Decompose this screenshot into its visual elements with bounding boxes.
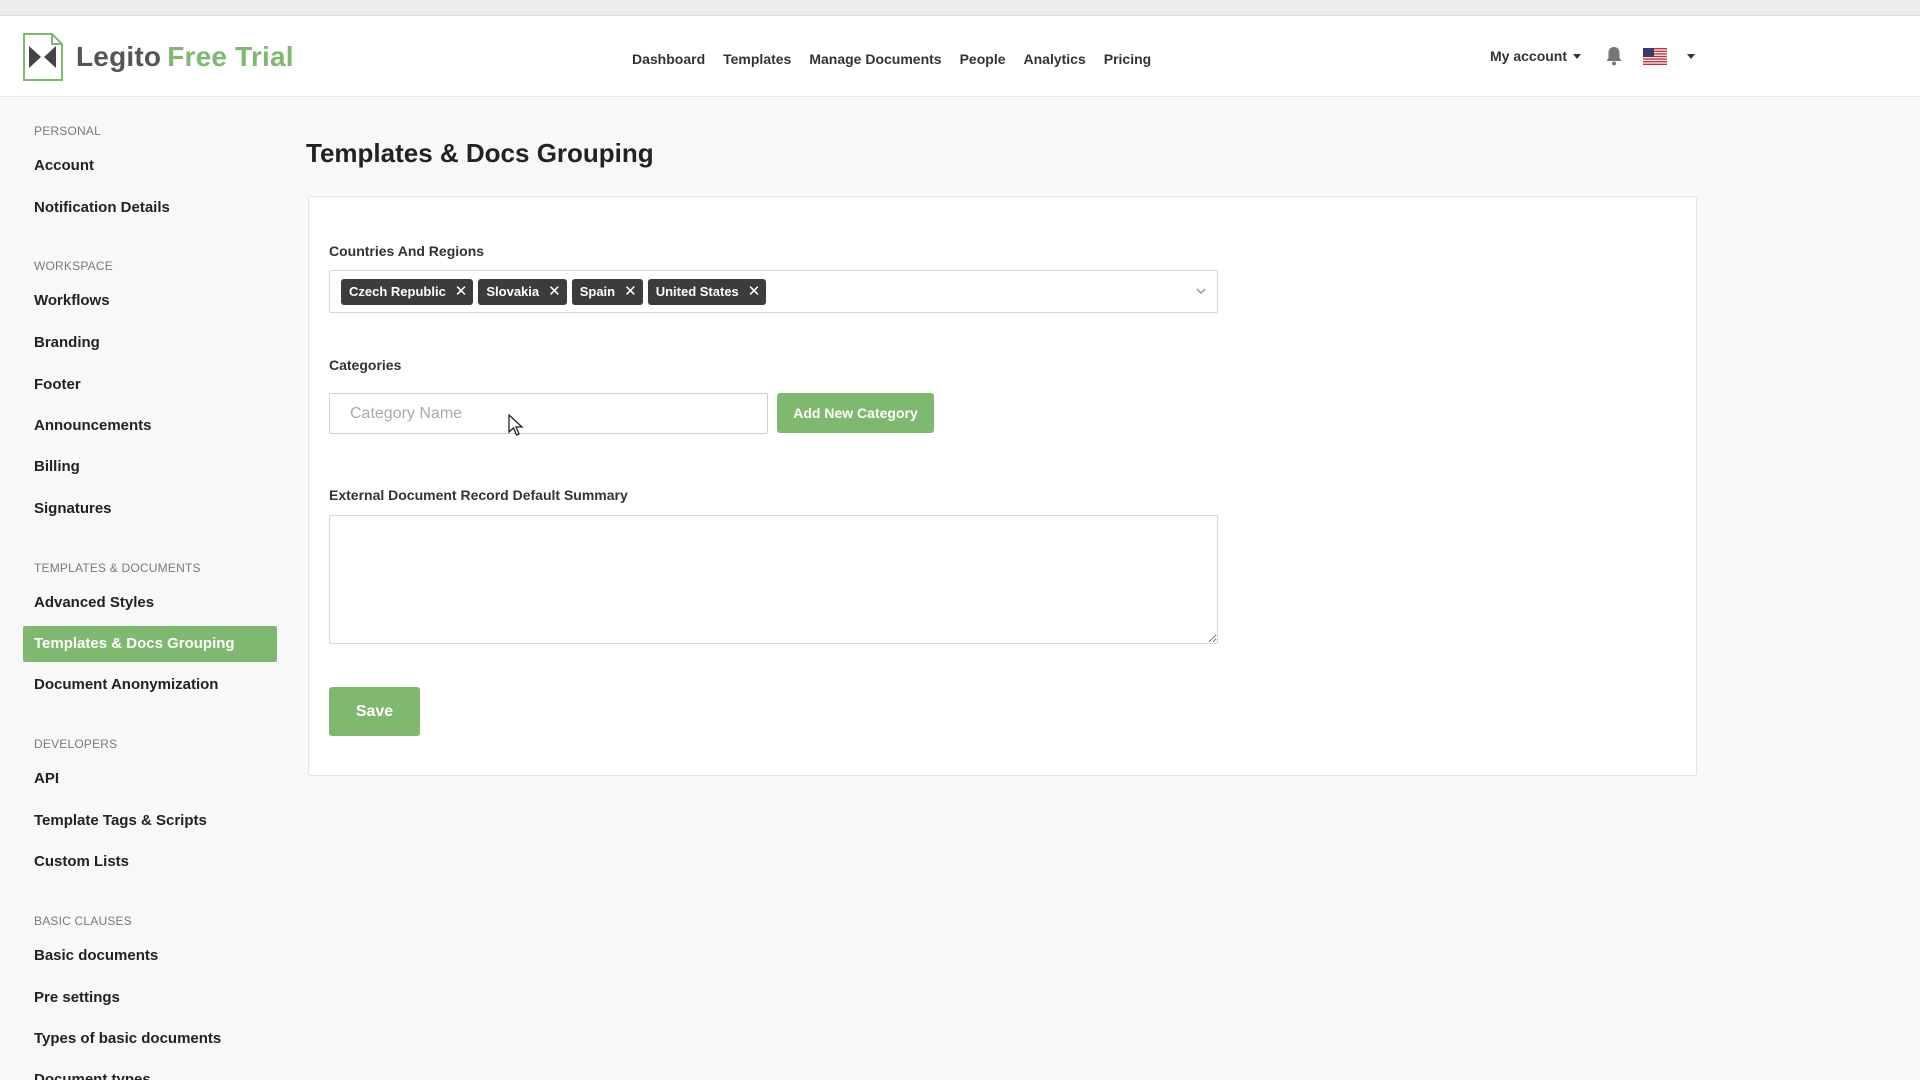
nav-analytics[interactable]: Analytics <box>1024 51 1086 67</box>
us-flag-icon[interactable] <box>1643 47 1668 65</box>
sidebar-item-branding[interactable]: Branding <box>23 325 277 361</box>
tag-spain: Spain ✕ <box>571 279 643 305</box>
sidebar-item-basic-documents[interactable]: Basic documents <box>23 938 277 974</box>
add-new-category-button[interactable]: Add New Category <box>777 393 934 433</box>
section-basic-clauses: BASIC CLAUSES <box>34 914 132 928</box>
sidebar-item-types-of-basic-documents[interactable]: Types of basic documents <box>23 1021 277 1057</box>
sidebar-item-footer[interactable]: Footer <box>23 367 277 403</box>
sidebar-item-account[interactable]: Account <box>23 148 277 184</box>
countries-multiselect[interactable]: Czech Republic ✕ Slovakia ✕ Spain ✕ United … <box>329 270 1218 313</box>
sidebar-item-document-types[interactable]: Document types <box>23 1062 277 1080</box>
mouse-cursor-icon <box>508 414 524 436</box>
language-caret-icon[interactable] <box>1687 53 1696 59</box>
settings-sidebar: PERSONAL Account Notification Details WO… <box>0 97 290 1080</box>
settings-card: Countries And Regions Czech Republic ✕ Sl… <box>308 196 1697 776</box>
nav-dashboard[interactable]: Dashboard <box>632 51 705 67</box>
sidebar-item-api[interactable]: API <box>23 761 277 797</box>
bell-icon[interactable] <box>1605 46 1623 66</box>
section-personal: PERSONAL <box>34 124 101 138</box>
tag-czech-republic: Czech Republic ✕ <box>341 279 474 305</box>
sidebar-item-announcements[interactable]: Announcements <box>23 408 277 444</box>
nav-people[interactable]: People <box>960 51 1006 67</box>
section-developers: DEVELOPERS <box>34 737 118 751</box>
sidebar-item-notification-details[interactable]: Notification Details <box>23 190 277 226</box>
categories-label: Categories <box>329 357 402 373</box>
tag-united-states: United States ✕ <box>647 279 767 305</box>
account-area: My account <box>1490 46 1696 66</box>
sidebar-item-custom-lists[interactable]: Custom Lists <box>23 844 277 880</box>
legito-logo-icon <box>23 33 63 81</box>
sidebar-item-template-tags-scripts[interactable]: Template Tags & Scripts <box>23 803 277 839</box>
countries-label: Countries And Regions <box>329 243 485 259</box>
logo[interactable]: Legito Free Trial <box>22 32 294 82</box>
summary-label: External Document Record Default Summary <box>329 487 628 503</box>
browser-top-strip <box>0 0 1920 16</box>
tag-slovakia: Slovakia ✕ <box>478 279 567 305</box>
page-title: Templates & Docs Grouping <box>306 138 654 168</box>
nav-manage-documents[interactable]: Manage Documents <box>809 51 941 67</box>
remove-tag-icon[interactable]: ✕ <box>455 279 468 305</box>
sidebar-item-signatures[interactable]: Signatures <box>23 491 277 527</box>
my-account-dropdown[interactable]: My account <box>1490 48 1582 64</box>
logo-text: Legito Free Trial <box>76 41 294 72</box>
chevron-down-icon[interactable] <box>1195 285 1207 297</box>
nav-templates[interactable]: Templates <box>723 51 791 67</box>
save-button[interactable]: Save <box>329 687 420 736</box>
sidebar-item-advanced-styles[interactable]: Advanced Styles <box>23 585 277 621</box>
remove-tag-icon[interactable]: ✕ <box>548 279 561 305</box>
main-nav: Dashboard Templates Manage Documents Peo… <box>632 51 1151 67</box>
selected-tags: Czech Republic ✕ Slovakia ✕ Spain ✕ United … <box>341 279 767 305</box>
my-account-label: My account <box>1490 48 1568 64</box>
remove-tag-icon[interactable]: ✕ <box>748 279 761 305</box>
sidebar-item-document-anonymization[interactable]: Document Anonymization <box>23 667 277 703</box>
section-templates-documents: TEMPLATES & DOCUMENTS <box>34 561 201 575</box>
category-name-input[interactable] <box>329 393 768 434</box>
top-header: Legito Free Trial Dashboard Templates Man… <box>0 16 1920 97</box>
sidebar-item-pre-settings[interactable]: Pre settings <box>23 980 277 1016</box>
section-workspace: WORKSPACE <box>34 259 113 273</box>
sidebar-item-billing[interactable]: Billing <box>23 449 277 485</box>
default-summary-textarea[interactable] <box>329 515 1218 644</box>
remove-tag-icon[interactable]: ✕ <box>624 279 637 305</box>
caret-down-icon <box>1573 53 1582 59</box>
sidebar-item-workflows[interactable]: Workflows <box>23 283 277 319</box>
nav-pricing[interactable]: Pricing <box>1104 51 1151 67</box>
sidebar-item-templates-docs-grouping[interactable]: Templates & Docs Grouping <box>23 626 277 662</box>
